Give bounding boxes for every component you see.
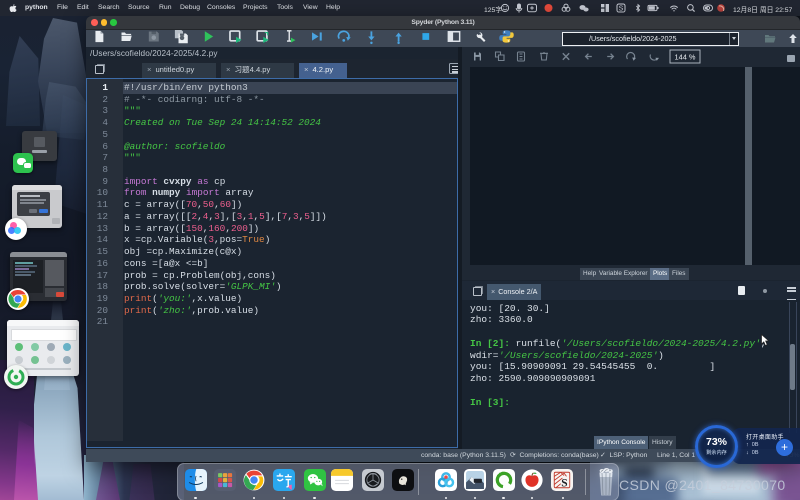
- svg-text:S: S: [619, 6, 624, 13]
- svg-text:144 %: 144 %: [675, 53, 696, 62]
- svg-text:S: S: [561, 477, 567, 489]
